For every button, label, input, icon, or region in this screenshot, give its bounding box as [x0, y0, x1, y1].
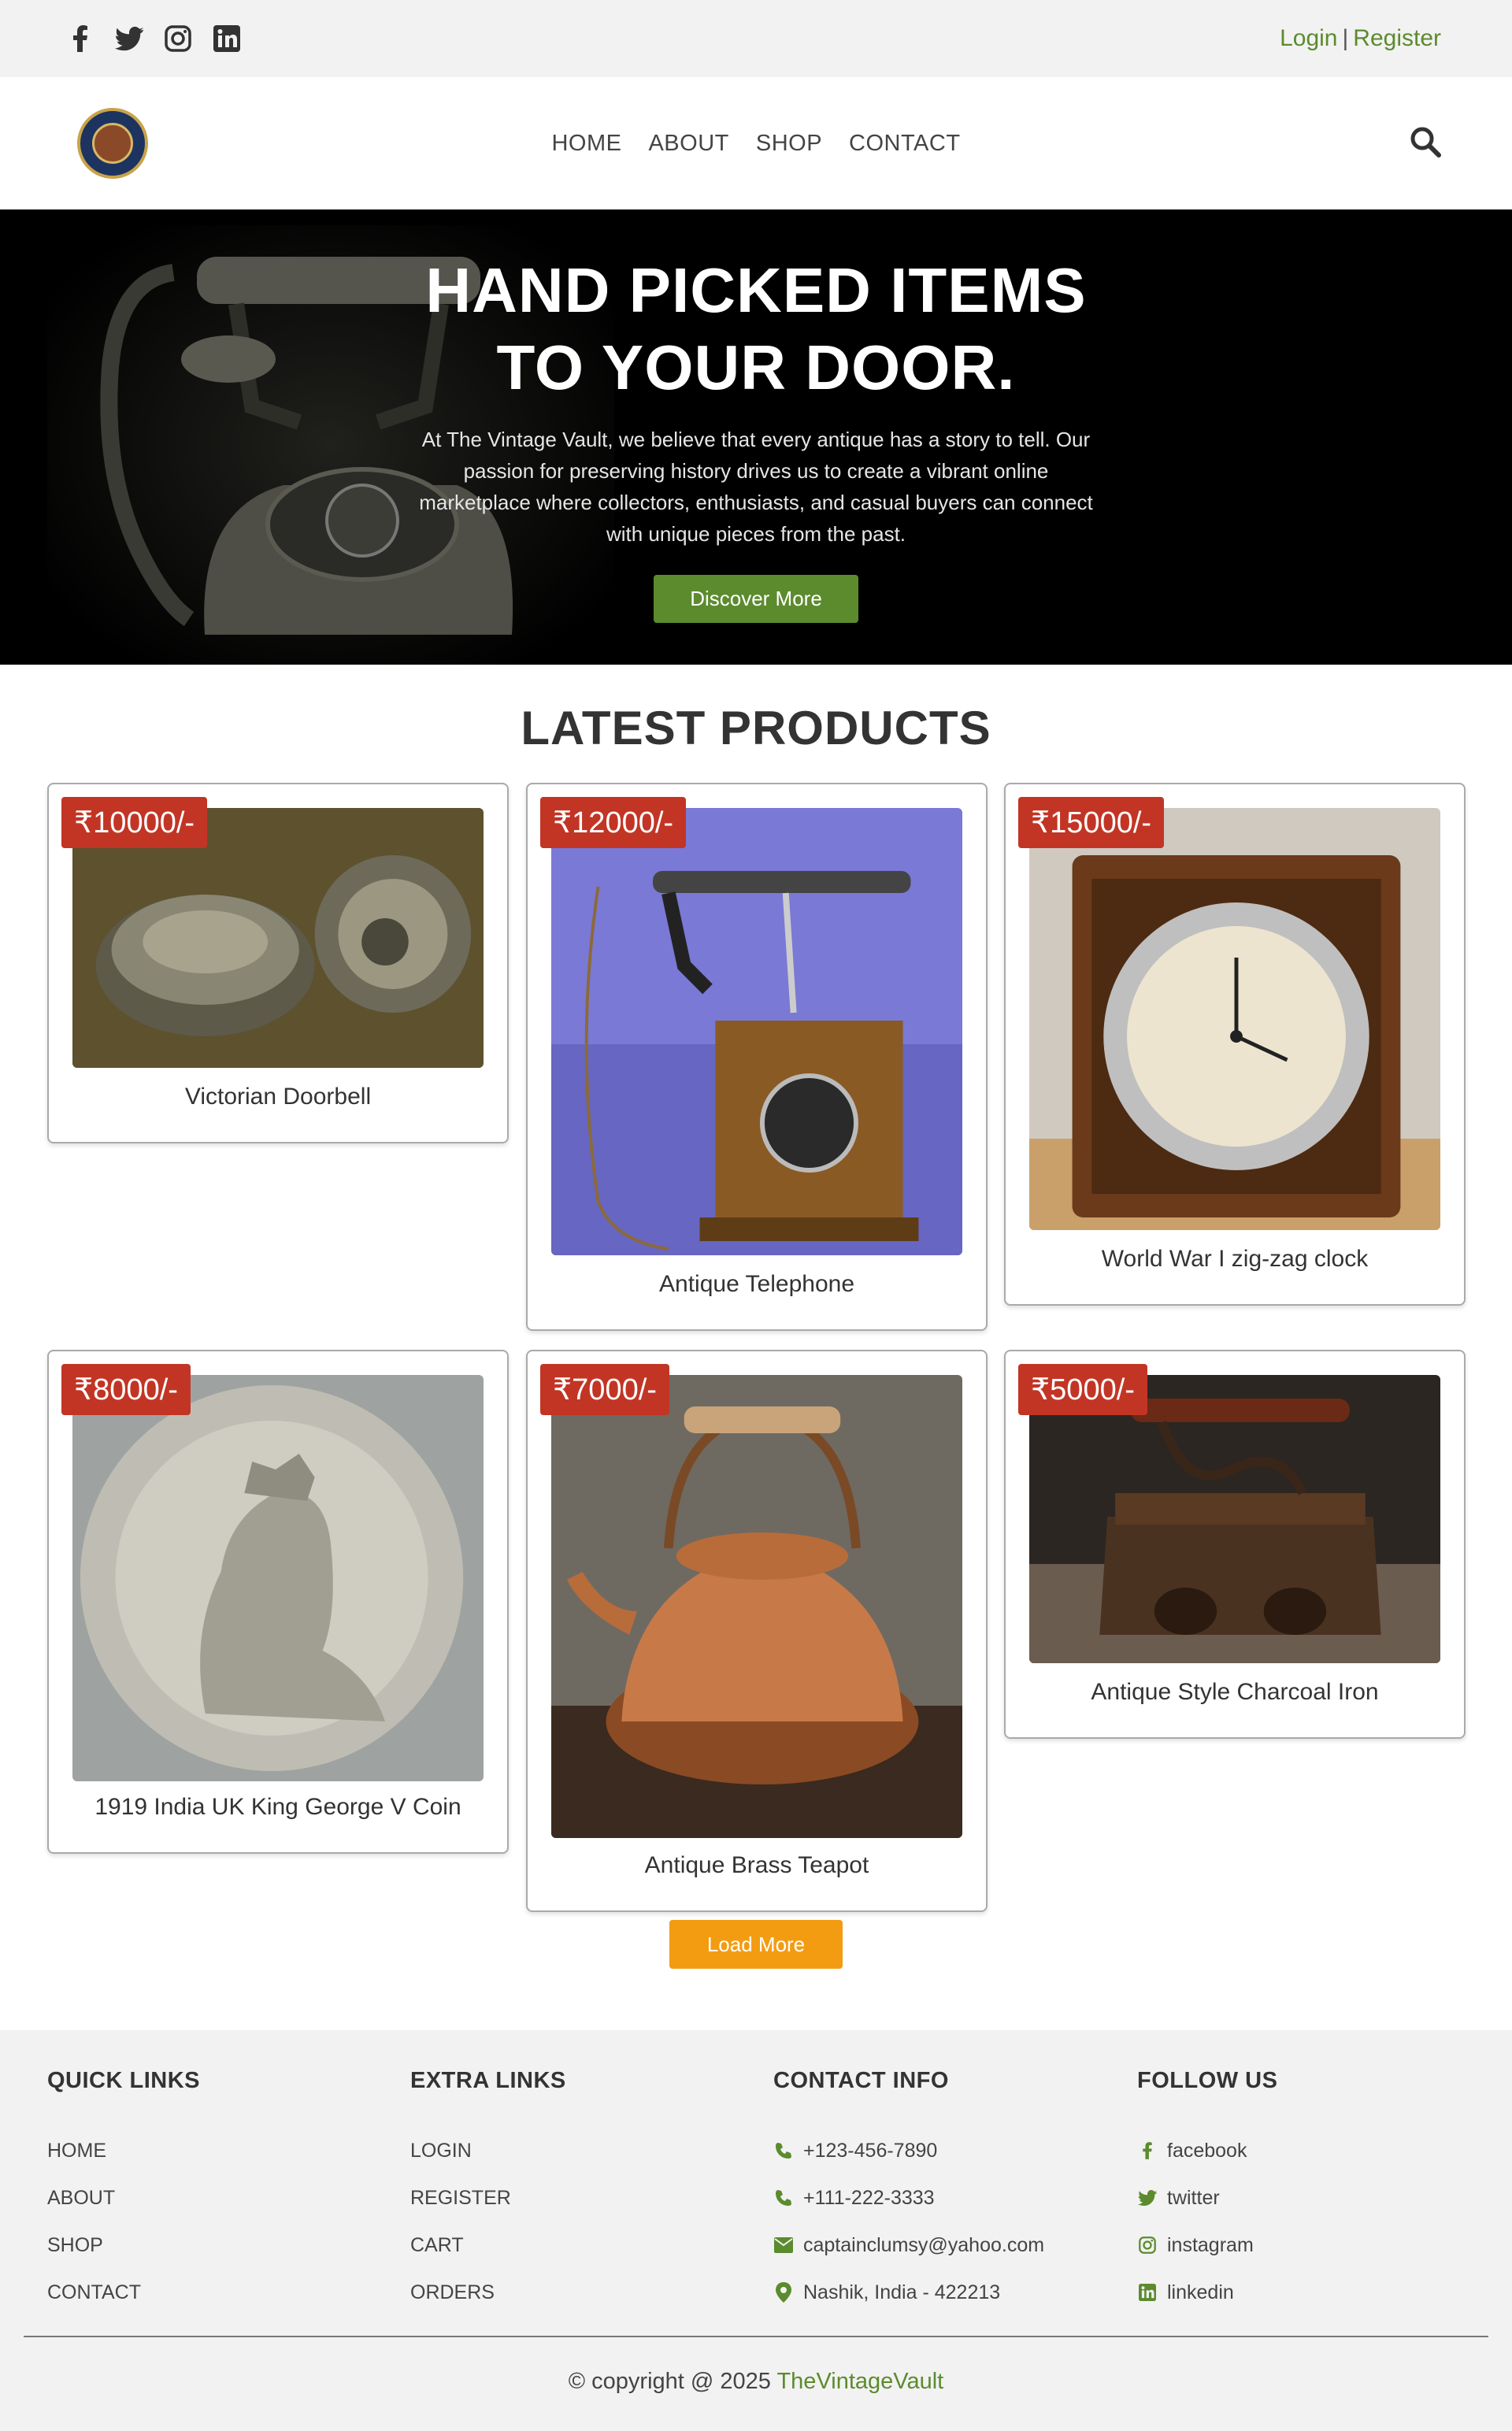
price-badge: ₹8000/-: [61, 1364, 191, 1415]
footer-divider: [24, 2336, 1488, 2337]
instagram-label: instagram: [1167, 2233, 1254, 2256]
hero-title: HAND PICKED ITEMS TO YOUR DOOR.: [0, 252, 1512, 406]
product-card[interactable]: ₹15000/- World War I zig-zag clock: [1004, 783, 1466, 1306]
price-badge: ₹7000/-: [540, 1364, 669, 1415]
footer-social-twitter[interactable]: twitter: [1137, 2174, 1277, 2222]
product-card[interactable]: ₹7000/- Antique Brass Teapot: [526, 1350, 988, 1912]
footer-quick-links-title: QUICK LINKS: [47, 2068, 200, 2093]
product-card[interactable]: ₹10000/- Victorian Doorbell: [47, 783, 509, 1143]
copyright-text: © copyright @ 2025: [568, 2369, 771, 2394]
footer-phone-1[interactable]: +123-456-7890: [773, 2127, 1044, 2174]
copyright: © copyright @ 2025 TheVintageVault: [0, 2369, 1512, 2395]
email-address: captainclumsy@yahoo.com: [803, 2233, 1045, 2256]
hero-title-line1: HAND PICKED ITEMS: [425, 255, 1087, 325]
hero-description: At The Vintage Vault, we believe that ev…: [419, 428, 1093, 546]
footer-follow-us: FOLLOW US facebook twitter instagram lin…: [1137, 2068, 1277, 2316]
phone-icon: [773, 2140, 794, 2161]
facebook-icon: [1137, 2140, 1158, 2161]
discover-more-button[interactable]: Discover More: [654, 575, 858, 623]
footer-extra-links-title: EXTRA LINKS: [410, 2068, 566, 2093]
site-logo[interactable]: [77, 108, 148, 179]
hero-content: HAND PICKED ITEMS TO YOUR DOOR. At The V…: [0, 252, 1512, 623]
login-link[interactable]: Login: [1280, 25, 1337, 51]
footer-link-home[interactable]: HOME: [47, 2127, 200, 2174]
product-name[interactable]: Antique Brass Teapot: [528, 1852, 986, 1879]
map-marker-icon: [773, 2282, 794, 2303]
footer-contact-title: CONTACT INFO: [773, 2068, 949, 2093]
product-card[interactable]: ₹5000/- Antique Style Charcoal Iron: [1004, 1350, 1466, 1739]
phone-number: +123-456-7890: [803, 2139, 938, 2162]
latest-products-title: LATEST PRODUCTS: [521, 702, 991, 754]
footer-quick-links: QUICK LINKS HOME ABOUT SHOP CONTACT: [47, 2068, 200, 2316]
footer-email[interactable]: captainclumsy@yahoo.com: [773, 2222, 1044, 2269]
facebook-label: facebook: [1167, 2139, 1247, 2162]
product-name[interactable]: Antique Style Charcoal Iron: [1006, 1679, 1464, 1706]
footer-social-instagram[interactable]: instagram: [1137, 2222, 1277, 2269]
price-badge: ₹12000/-: [540, 797, 687, 848]
auth-links: Login | Register: [1280, 25, 1441, 52]
footer-follow-title: FOLLOW US: [1137, 2068, 1278, 2093]
phone-icon: [773, 2188, 794, 2208]
product-name[interactable]: World War I zig-zag clock: [1006, 1246, 1464, 1273]
facebook-icon[interactable]: [66, 24, 94, 53]
linkedin-label: linkedin: [1167, 2281, 1234, 2303]
footer-contact-info: CONTACT INFO +123-456-7890 +111-222-3333…: [773, 2068, 1044, 2316]
site-header: HOME ABOUT SHOP CONTACT: [0, 77, 1512, 209]
product-image: [551, 808, 962, 1255]
price-badge: ₹10000/-: [61, 797, 208, 848]
footer-extra-links: EXTRA LINKS LOGIN REGISTER CART ORDERS: [410, 2068, 566, 2316]
footer-link-about[interactable]: ABOUT: [47, 2174, 200, 2222]
copyright-brand-link[interactable]: TheVintageVault: [776, 2369, 943, 2394]
instagram-icon[interactable]: [164, 24, 192, 53]
footer-link-contact[interactable]: CONTACT: [47, 2269, 200, 2316]
price-badge: ₹5000/-: [1018, 1364, 1147, 1415]
product-name[interactable]: Victorian Doorbell: [49, 1084, 507, 1110]
nav-home[interactable]: HOME: [551, 131, 621, 157]
product-image: [1029, 808, 1440, 1230]
footer-link-shop[interactable]: SHOP: [47, 2222, 200, 2269]
site-footer: QUICK LINKS HOME ABOUT SHOP CONTACT EXTR…: [0, 2030, 1512, 2431]
footer-link-orders[interactable]: ORDERS: [410, 2269, 566, 2316]
instagram-icon: [1137, 2235, 1158, 2255]
hero-banner: HAND PICKED ITEMS TO YOUR DOOR. At The V…: [0, 209, 1512, 665]
phone-number: +111-222-3333: [803, 2186, 935, 2209]
nav-shop[interactable]: SHOP: [756, 131, 822, 157]
footer-link-login[interactable]: LOGIN: [410, 2127, 566, 2174]
linkedin-icon: [1137, 2282, 1158, 2303]
product-name[interactable]: 1919 India UK King George V Coin: [49, 1794, 507, 1821]
product-image: [1029, 1375, 1440, 1663]
hero-title-line2: TO YOUR DOOR.: [496, 332, 1016, 402]
product-name[interactable]: Antique Telephone: [528, 1271, 986, 1298]
footer-location[interactable]: Nashik, India - 422213: [773, 2269, 1044, 2316]
auth-separator: |: [1342, 25, 1349, 51]
product-image: [551, 1375, 962, 1838]
linkedin-icon[interactable]: [213, 24, 241, 53]
footer-phone-2[interactable]: +111-222-3333: [773, 2174, 1044, 2222]
load-more-button[interactable]: Load More: [669, 1920, 843, 1969]
social-links: [66, 24, 241, 53]
product-card[interactable]: ₹12000/- Antique Telephone: [526, 783, 988, 1331]
logo-emblem: [92, 123, 133, 164]
nav-about[interactable]: ABOUT: [648, 131, 728, 157]
product-grid: ₹10000/- Victorian Doorbell ₹12000/- Ant…: [0, 755, 1512, 1969]
main-nav: HOME ABOUT SHOP CONTACT: [551, 131, 960, 157]
twitter-icon: [1137, 2188, 1158, 2208]
footer-link-cart[interactable]: CART: [410, 2222, 566, 2269]
product-image: [72, 1375, 484, 1781]
product-card[interactable]: ₹8000/- 1919 India UK King George V Coin: [47, 1350, 509, 1854]
price-badge: ₹15000/-: [1018, 797, 1165, 848]
footer-social-facebook[interactable]: facebook: [1137, 2127, 1277, 2174]
footer-social-linkedin[interactable]: linkedin: [1137, 2269, 1277, 2316]
nav-contact[interactable]: CONTACT: [849, 131, 961, 157]
top-bar: Login | Register: [0, 0, 1512, 77]
search-icon[interactable]: [1410, 126, 1441, 161]
envelope-icon: [773, 2235, 794, 2255]
twitter-label: twitter: [1167, 2186, 1220, 2209]
footer-link-register[interactable]: REGISTER: [410, 2174, 566, 2222]
twitter-icon[interactable]: [115, 24, 143, 53]
location-text: Nashik, India - 422213: [803, 2281, 1001, 2303]
register-link[interactable]: Register: [1353, 25, 1441, 51]
